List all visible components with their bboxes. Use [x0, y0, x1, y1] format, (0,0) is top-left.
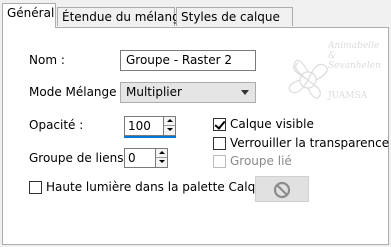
group-linked-checkbox[interactable]: [213, 155, 226, 168]
blend-mode-label: Mode Mélange :: [29, 85, 125, 99]
spin-down-icon[interactable]: [156, 158, 167, 167]
opacity-stepper[interactable]: 100: [124, 116, 176, 138]
blend-mode-value: Multiplier: [126, 85, 182, 99]
tab-blend-range[interactable]: Étendue du mélange: [57, 7, 187, 26]
layer-visible-label: Calque visible: [230, 117, 314, 131]
link-group-label: Groupe de liens :: [29, 151, 132, 165]
tab-general[interactable]: Général: [2, 3, 56, 28]
opacity-label: Opacité :: [29, 118, 84, 132]
tab-general-label: Général: [7, 6, 55, 20]
lock-transparency-checkbox[interactable]: [213, 137, 226, 150]
link-group-stepper[interactable]: 0: [124, 148, 168, 168]
watermark-text: Animabelle & Sevanhelen: [328, 41, 381, 71]
tab-layer-styles-label: Styles de calque: [181, 10, 280, 24]
opacity-spin-buttons: [163, 117, 175, 135]
checkmark-icon: [214, 118, 226, 130]
name-field[interactable]: Groupe - Raster 2: [120, 50, 256, 71]
spin-down-icon[interactable]: [164, 126, 175, 135]
spin-up-icon[interactable]: [164, 117, 175, 126]
tab-strip: Général Étendue du mélange Styles de cal…: [0, 0, 391, 28]
link-group-value: 0: [128, 151, 136, 165]
name-label: Nom :: [29, 53, 65, 67]
layer-visible-checkbox[interactable]: [213, 118, 226, 131]
spin-up-icon[interactable]: [156, 149, 167, 158]
link-group-spin-buttons: [155, 149, 167, 167]
chevron-down-icon: [241, 90, 249, 95]
tab-layer-styles[interactable]: Styles de calque: [176, 7, 293, 26]
watermark: Animabelle & Sevanhelen JUAMSA: [268, 35, 381, 123]
name-field-value: Groupe - Raster 2: [126, 53, 233, 67]
watermark-logo-text: JUAMSA: [328, 91, 368, 101]
lock-transparency-label: Verrouiller la transparence: [230, 136, 390, 150]
highlight-color-button[interactable]: [255, 176, 309, 202]
no-symbol-icon: [273, 181, 291, 199]
blend-mode-select[interactable]: Multiplier: [120, 82, 256, 103]
highlight-in-palette-checkbox[interactable]: [29, 181, 42, 194]
group-linked-label: Groupe lié: [230, 154, 292, 168]
tab-blend-range-label: Étendue du mélange: [62, 10, 188, 24]
highlight-in-palette-label: Haute lumière dans la palette Calques :: [46, 180, 285, 194]
opacity-value: 100: [128, 119, 151, 133]
